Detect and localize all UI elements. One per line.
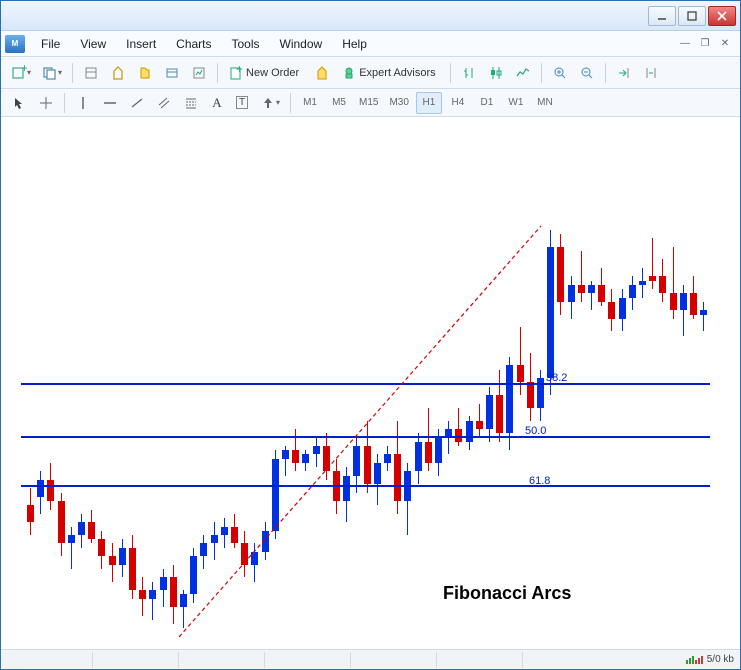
titlebar bbox=[1, 1, 740, 31]
fib-line-618[interactable] bbox=[21, 485, 710, 487]
timeframe-d1[interactable]: D1 bbox=[474, 92, 500, 114]
fib-label-500: 50.0 bbox=[525, 425, 546, 437]
profiles-button[interactable]: ▾ bbox=[38, 62, 66, 84]
timeframe-m15[interactable]: M15 bbox=[355, 92, 382, 114]
fib-line-500[interactable] bbox=[21, 436, 710, 438]
menu-view[interactable]: View bbox=[70, 33, 116, 55]
fib-line-382[interactable] bbox=[21, 383, 710, 385]
zoom-out-button[interactable] bbox=[575, 62, 599, 84]
equidistant-channel-button[interactable] bbox=[152, 92, 176, 114]
text-label-button[interactable]: T bbox=[231, 92, 253, 114]
svg-text:+: + bbox=[236, 65, 243, 76]
status-cell bbox=[93, 652, 179, 668]
child-close-button[interactable]: ✕ bbox=[718, 37, 732, 51]
timeframe-h4[interactable]: H4 bbox=[445, 92, 471, 114]
menubar: M File View Insert Charts Tools Window H… bbox=[1, 31, 740, 57]
timeframe-m5[interactable]: M5 bbox=[326, 92, 352, 114]
status-cells bbox=[7, 652, 686, 668]
timeframe-m1[interactable]: M1 bbox=[297, 92, 323, 114]
menu-insert[interactable]: Insert bbox=[116, 33, 166, 55]
status-cell bbox=[437, 652, 523, 668]
chart-area[interactable]: 38.2 50.0 61.8 Fibonacci Arcs bbox=[1, 117, 740, 649]
status-transfer: 5/0 kb bbox=[707, 654, 734, 665]
timeframe-w1[interactable]: W1 bbox=[503, 92, 529, 114]
strategy-tester-button[interactable] bbox=[187, 62, 211, 84]
statusbar: 5/0 kb bbox=[1, 649, 740, 669]
close-button[interactable] bbox=[708, 6, 736, 26]
menu-tools[interactable]: Tools bbox=[222, 33, 270, 55]
bar-chart-button[interactable] bbox=[457, 62, 481, 84]
trendline-button[interactable] bbox=[125, 92, 149, 114]
app-icon: M bbox=[5, 35, 25, 53]
app-window: M File View Insert Charts Tools Window H… bbox=[0, 0, 741, 670]
fibonacci-button[interactable] bbox=[179, 92, 203, 114]
timeframe-mn[interactable]: MN bbox=[532, 92, 558, 114]
terminal-button[interactable] bbox=[160, 62, 184, 84]
toolbar-separator bbox=[217, 63, 218, 83]
data-window-button[interactable] bbox=[106, 62, 130, 84]
new-order-label: New Order bbox=[244, 67, 303, 79]
navigator-button[interactable] bbox=[133, 62, 157, 84]
toolbar-separator bbox=[290, 93, 291, 113]
timeframe-m30[interactable]: M30 bbox=[385, 92, 412, 114]
chart-shift-button[interactable] bbox=[639, 62, 663, 84]
toolbar-separator bbox=[605, 63, 606, 83]
toolbar-separator bbox=[64, 93, 65, 113]
fib-label-382: 38.2 bbox=[546, 372, 567, 384]
chart-annotation-text: Fibonacci Arcs bbox=[443, 583, 571, 604]
zoom-in-button[interactable] bbox=[548, 62, 572, 84]
candlestick-button[interactable] bbox=[484, 62, 508, 84]
fib-label-618: 61.8 bbox=[529, 475, 550, 487]
toolbar-main: +▾ ▾ +New Order Expert Advisors bbox=[1, 57, 740, 89]
toolbar-separator bbox=[72, 63, 73, 83]
expert-advisors-label: Expert Advisors bbox=[357, 67, 439, 79]
child-restore-button[interactable]: ❐ bbox=[698, 37, 712, 51]
new-chart-button[interactable]: +▾ bbox=[7, 62, 35, 84]
status-cell bbox=[265, 652, 351, 668]
connection-indicator-icon bbox=[686, 656, 703, 664]
toolbar-separator bbox=[541, 63, 542, 83]
child-minimize-button[interactable]: — bbox=[678, 37, 692, 51]
menu-window[interactable]: Window bbox=[270, 33, 333, 55]
crosshair-button[interactable] bbox=[34, 92, 58, 114]
market-watch-button[interactable] bbox=[79, 62, 103, 84]
expert-advisors-button[interactable]: Expert Advisors bbox=[337, 62, 443, 84]
cursor-button[interactable] bbox=[7, 92, 31, 114]
menu-file[interactable]: File bbox=[31, 33, 70, 55]
auto-scroll-button[interactable] bbox=[612, 62, 636, 84]
maximize-button[interactable] bbox=[678, 6, 706, 26]
horizontal-line-button[interactable] bbox=[98, 92, 122, 114]
timeframe-h1[interactable]: H1 bbox=[416, 92, 442, 114]
toolbar-drawing: A T ▾ M1 M5 M15 M30 H1 H4 D1 W1 MN bbox=[1, 89, 740, 117]
status-cell bbox=[351, 652, 437, 668]
menu-charts[interactable]: Charts bbox=[166, 33, 221, 55]
child-window-controls: — ❐ ✕ bbox=[678, 37, 736, 51]
new-order-button[interactable]: +New Order bbox=[224, 62, 307, 84]
text-button[interactable]: A bbox=[206, 92, 228, 114]
arrows-button[interactable]: ▾ bbox=[256, 92, 284, 114]
status-cell bbox=[179, 652, 265, 668]
menu-help[interactable]: Help bbox=[332, 33, 377, 55]
status-cell bbox=[7, 652, 93, 668]
toolbar-separator bbox=[450, 63, 451, 83]
line-chart-button[interactable] bbox=[511, 62, 535, 84]
vertical-line-button[interactable] bbox=[71, 92, 95, 114]
metaquotes-button[interactable] bbox=[310, 62, 334, 84]
minimize-button[interactable] bbox=[648, 6, 676, 26]
